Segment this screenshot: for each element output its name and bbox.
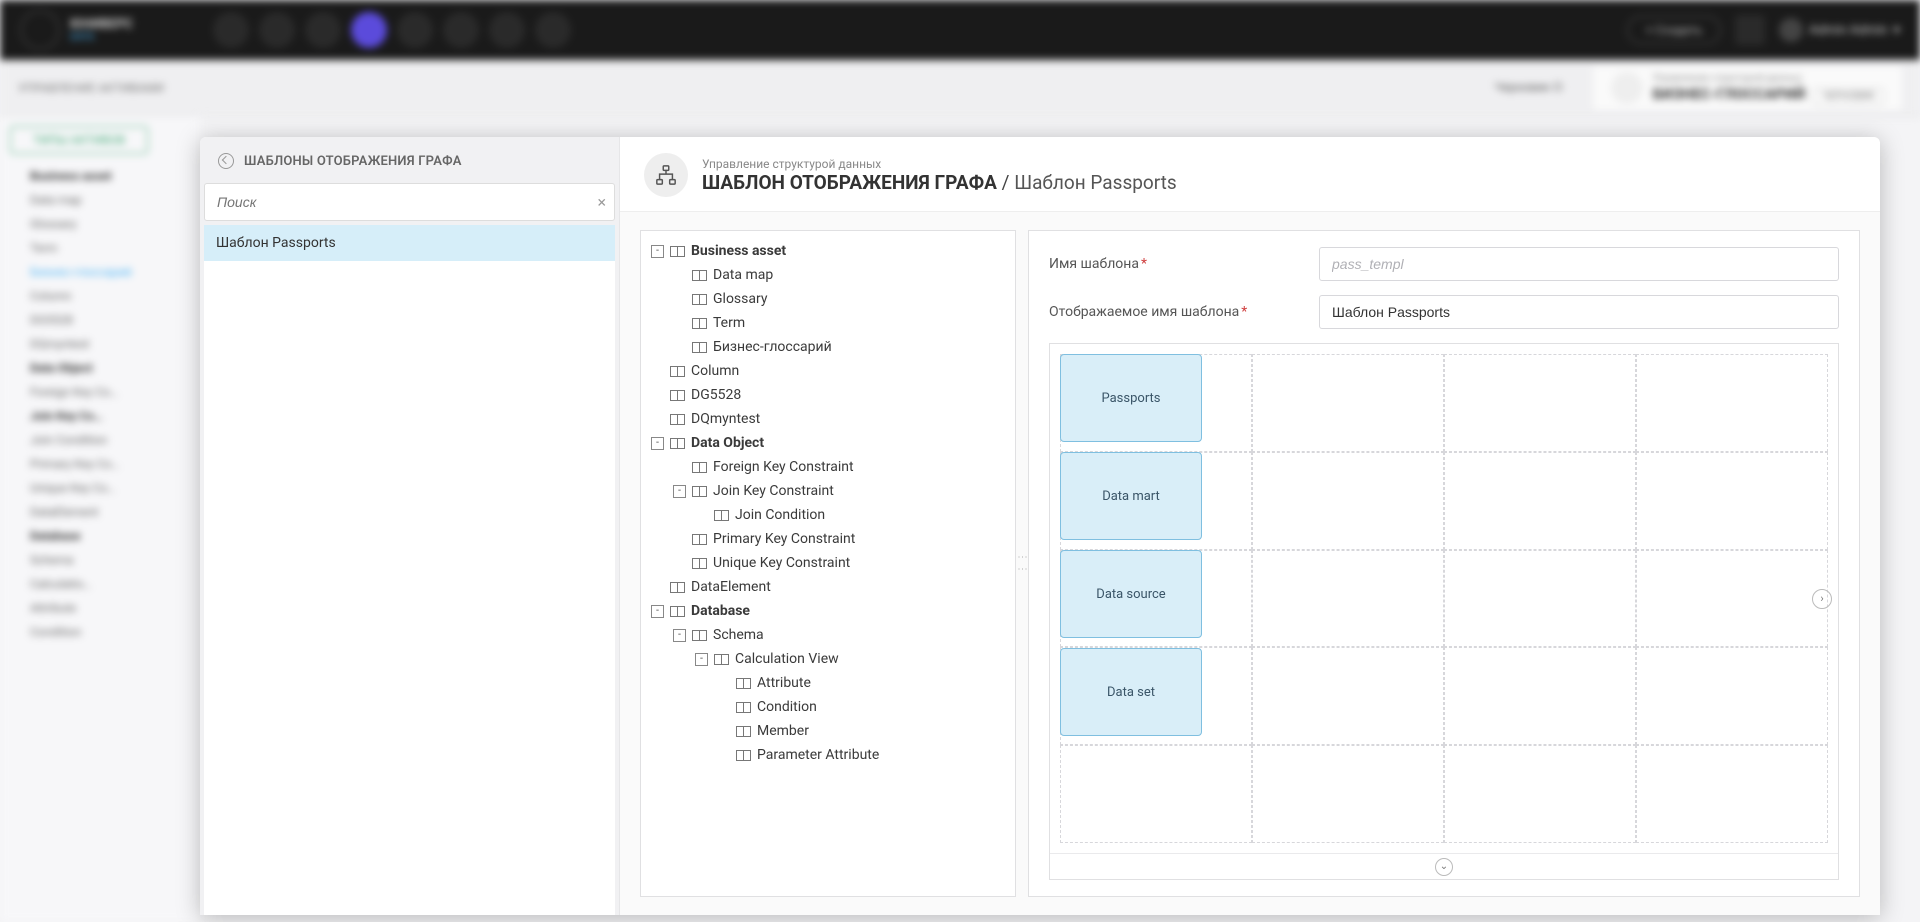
template-item[interactable]: Шаблон Passports bbox=[204, 225, 615, 261]
grid-tile[interactable]: Data set bbox=[1060, 648, 1202, 736]
book-icon bbox=[692, 485, 707, 497]
book-icon bbox=[692, 461, 707, 473]
clear-search-icon[interactable]: × bbox=[597, 193, 606, 212]
book-icon bbox=[692, 293, 707, 305]
book-icon bbox=[670, 365, 685, 377]
grid-tile[interactable]: Passports bbox=[1060, 354, 1202, 442]
tree-node[interactable]: Бизнес-глоссарий bbox=[651, 335, 1005, 359]
tree-node[interactable]: Condition bbox=[651, 695, 1005, 719]
book-icon bbox=[692, 269, 707, 281]
book-icon bbox=[670, 437, 685, 449]
grid-tile[interactable]: Data source bbox=[1060, 550, 1202, 638]
book-icon bbox=[714, 509, 729, 521]
book-icon bbox=[692, 317, 707, 329]
book-icon bbox=[714, 653, 729, 665]
tree-node[interactable]: -Database bbox=[651, 599, 1005, 623]
tree-node[interactable]: Unique Key Constraint bbox=[651, 551, 1005, 575]
panel-divider[interactable]: ⋮⋮ bbox=[1016, 230, 1028, 897]
book-icon bbox=[692, 557, 707, 569]
book-icon bbox=[670, 413, 685, 425]
book-icon bbox=[692, 629, 707, 641]
tree-node[interactable]: DG5528 bbox=[651, 383, 1005, 407]
modal-header: Управление структурой данных ШАБЛОН ОТОБ… bbox=[620, 137, 1880, 212]
templates-search-input[interactable] bbox=[205, 184, 614, 220]
tree-node[interactable]: Member bbox=[651, 719, 1005, 743]
book-icon bbox=[736, 749, 751, 761]
breadcrumb-title: ШАБЛОН ОТОБРАЖЕНИЯ ГРАФА / Шаблон Passpo… bbox=[702, 171, 1177, 194]
tree-node[interactable]: Glossary bbox=[651, 287, 1005, 311]
tree-node[interactable]: -Business asset bbox=[651, 239, 1005, 263]
tree-node[interactable]: Parameter Attribute bbox=[651, 743, 1005, 767]
template-name-label: Имя шаблона* bbox=[1049, 256, 1299, 272]
grid-expand-down-icon[interactable]: ⌄ bbox=[1435, 858, 1453, 876]
book-icon bbox=[736, 725, 751, 737]
breadcrumb-section: Управление структурой данных bbox=[702, 157, 1177, 171]
book-icon bbox=[670, 581, 685, 593]
book-icon bbox=[736, 677, 751, 689]
templates-list: Шаблон Passports bbox=[204, 225, 615, 915]
tree-node[interactable]: Primary Key Constraint bbox=[651, 527, 1005, 551]
tree-node[interactable]: Column bbox=[651, 359, 1005, 383]
graph-icon bbox=[644, 153, 688, 197]
template-name-input[interactable] bbox=[1319, 247, 1839, 281]
tree-node[interactable]: -Join Key Constraint bbox=[651, 479, 1005, 503]
book-icon bbox=[670, 605, 685, 617]
tree-node[interactable]: -Calculation View bbox=[651, 647, 1005, 671]
template-form-panel: Имя шаблона* Отображаемое имя шаблона* P… bbox=[1028, 230, 1860, 897]
asset-type-tree[interactable]: -Business assetData mapGlossaryTermБизне… bbox=[640, 230, 1016, 897]
tree-node[interactable]: Join Condition bbox=[651, 503, 1005, 527]
tree-node[interactable]: -Schema bbox=[651, 623, 1005, 647]
tree-node[interactable]: -Data Object bbox=[651, 431, 1005, 455]
book-icon bbox=[670, 245, 685, 257]
book-icon bbox=[670, 389, 685, 401]
sidebar-title: ШАБЛОНЫ ОТОБРАЖЕНИЯ ГРАФА bbox=[244, 154, 462, 169]
book-icon bbox=[692, 533, 707, 545]
templates-sidebar: ШАБЛОНЫ ОТОБРАЖЕНИЯ ГРАФА × Шаблон Passp… bbox=[200, 137, 620, 915]
layout-grid: PassportsData martData sourceData set › … bbox=[1049, 343, 1839, 880]
template-display-label: Отображаемое имя шаблона* bbox=[1049, 304, 1299, 320]
grid-tile[interactable]: Data mart bbox=[1060, 452, 1202, 540]
graph-template-modal: ШАБЛОНЫ ОТОБРАЖЕНИЯ ГРАФА × Шаблон Passp… bbox=[200, 137, 1880, 915]
tree-node[interactable]: Term bbox=[651, 311, 1005, 335]
tree-node[interactable]: Data map bbox=[651, 263, 1005, 287]
tree-node[interactable]: Attribute bbox=[651, 671, 1005, 695]
book-icon bbox=[692, 341, 707, 353]
tree-node[interactable]: Foreign Key Constraint bbox=[651, 455, 1005, 479]
back-icon[interactable] bbox=[218, 153, 234, 169]
grid-next-icon[interactable]: › bbox=[1812, 589, 1832, 609]
tree-node[interactable]: DQmyntest bbox=[651, 407, 1005, 431]
template-display-input[interactable] bbox=[1319, 295, 1839, 329]
tree-node[interactable]: DataElement bbox=[651, 575, 1005, 599]
book-icon bbox=[736, 701, 751, 713]
